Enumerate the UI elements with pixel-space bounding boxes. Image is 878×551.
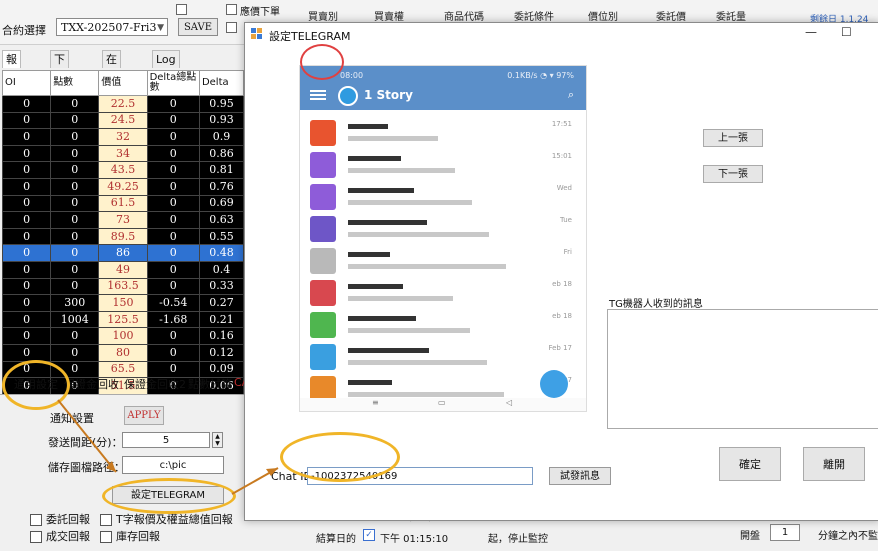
annotation-arrows xyxy=(57,399,279,495)
